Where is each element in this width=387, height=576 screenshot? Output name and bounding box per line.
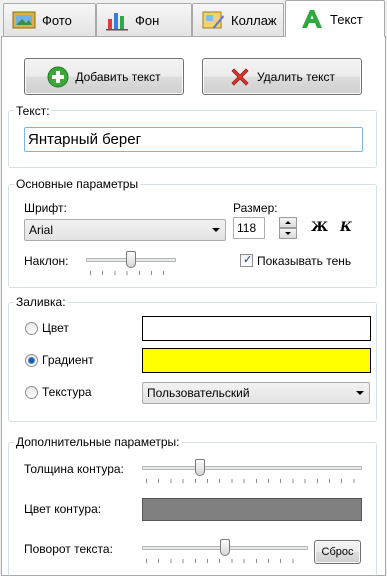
add-text-button[interactable]: Добавить текст [24,58,184,95]
reset-button[interactable]: Сброс [314,540,361,564]
extra-params-label: Дополнительные параметры: [14,435,182,449]
delete-text-button[interactable]: Удалить текст [202,58,362,95]
slider-track [142,466,362,470]
font-select-value: Arial [29,223,54,237]
fill-color-swatch[interactable] [142,316,371,341]
slider-thumb[interactable] [195,459,205,476]
add-text-label: Добавить текст [75,69,161,84]
tab-label: Текст [330,11,363,27]
checkmark-icon: ✓ [243,254,253,266]
show-shadow-checkbox[interactable]: ✓ [240,254,253,267]
fill-texture-label: Текстура [42,385,92,399]
spin-up-button[interactable] [279,217,297,228]
size-label: Размер: [233,201,278,215]
tab-photo[interactable]: Фото [3,3,96,36]
slider-ticks [90,271,172,275]
plus-circle-icon [47,66,69,88]
tilt-label: Наклон: [24,254,69,268]
tab-background[interactable]: Фон [96,3,192,36]
chevron-down-icon [212,228,220,232]
bold-button[interactable]: Ж [311,220,328,235]
bar-chart-icon [105,9,129,31]
chevron-down-icon [356,391,364,395]
stroke-color-label: Цвет контура: [24,502,102,516]
font-label: Шрифт: [24,201,67,215]
size-input[interactable]: 118 [233,217,265,239]
tab-label: Фото [42,12,72,28]
texture-select[interactable]: Пользовательский [142,382,370,404]
tilt-slider[interactable] [86,251,176,275]
tab-bar: Фото Фон Коллаж Текст [0,0,387,37]
slider-ticks [146,479,358,483]
letter-a-icon [300,8,324,30]
fill-gradient-label: Градиент [42,353,94,367]
fill-gradient-radio[interactable] [25,354,38,367]
red-x-icon [229,66,251,88]
size-spinner[interactable] [279,217,297,239]
show-shadow-label: Показывать тень [257,254,352,268]
main-params-label: Основные параметры [14,177,141,191]
font-select[interactable]: Arial [24,219,226,241]
collage-icon [201,9,225,31]
arrow-up-icon [285,221,291,224]
tab-text[interactable]: Текст [285,0,385,37]
slider-thumb[interactable] [126,251,136,268]
fill-label: Заливка: [14,295,68,309]
slider-thumb[interactable] [220,539,230,556]
photo-icon [12,9,36,31]
text-group-label: Текст: [14,104,52,118]
tab-label: Коллаж [231,12,277,28]
tab-collage[interactable]: Коллаж [192,3,284,36]
italic-button[interactable]: К [340,220,352,235]
spin-down-button[interactable] [279,228,297,239]
stroke-width-slider[interactable] [142,459,362,483]
fill-gradient-swatch[interactable] [142,348,371,373]
text-rotation-slider[interactable] [142,539,308,563]
text-input[interactable]: Янтарный берег [24,127,363,152]
rotation-label: Поворот текста: [24,542,113,556]
stroke-color-swatch[interactable] [142,498,362,521]
arrow-down-icon [285,232,291,235]
tab-label: Фон [135,12,160,28]
fill-color-label: Цвет [42,321,69,335]
fill-color-radio[interactable] [25,322,38,335]
texture-select-value: Пользовательский [147,386,250,400]
slider-ticks [146,559,304,563]
stroke-width-label: Толщина контура: [24,462,124,476]
delete-text-label: Удалить текст [256,69,336,84]
fill-texture-radio[interactable] [25,386,38,399]
